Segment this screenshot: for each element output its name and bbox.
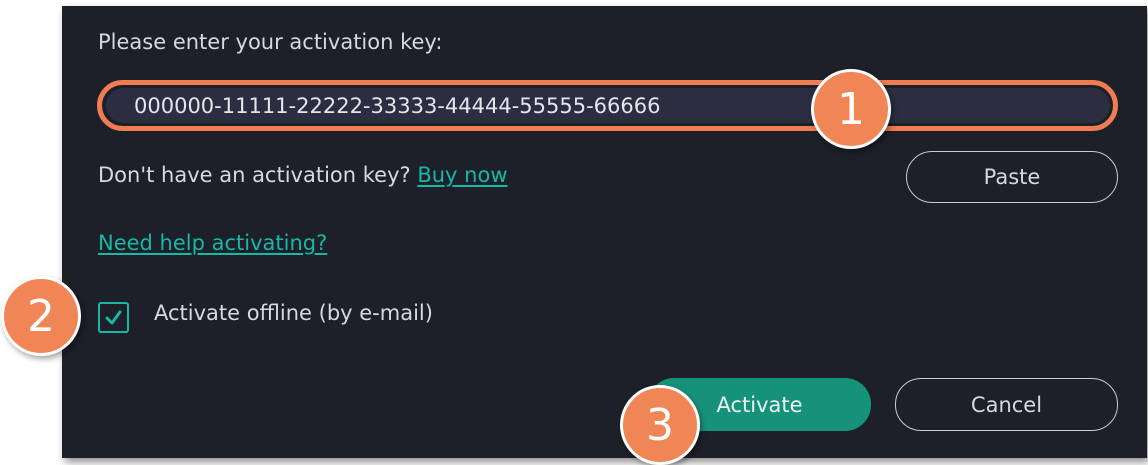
no-key-row: Don't have an activation key? Buy now [98,163,508,187]
activation-key-input[interactable] [106,88,1110,123]
help-activating-link[interactable]: Need help activating? [98,231,327,255]
activate-offline-label: Activate offline (by e-mail) [154,301,433,325]
paste-button[interactable]: Paste [906,151,1118,203]
step-callout-1: 1 [811,69,891,149]
buy-now-link[interactable]: Buy now [417,163,507,187]
activate-offline-checkbox[interactable] [98,302,129,333]
step-callout-3: 3 [620,385,700,465]
activation-key-label: Please enter your activation key: [98,30,443,54]
checkmark-icon [105,310,122,325]
cancel-button[interactable]: Cancel [895,378,1118,431]
no-key-text: Don't have an activation key? [98,163,411,187]
step-callout-2: 2 [1,276,81,356]
